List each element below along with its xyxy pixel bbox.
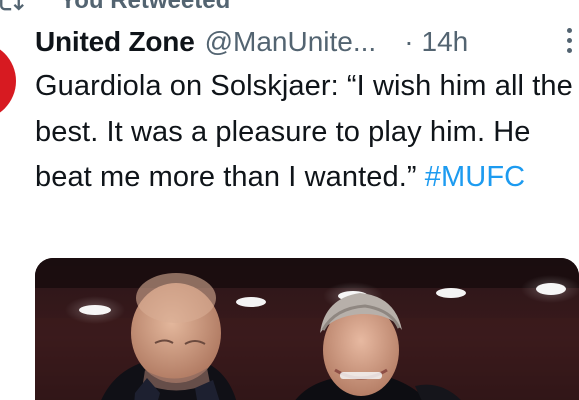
retweet-context[interactable]: You Retweeted [0, 0, 230, 16]
author-display-name[interactable]: United Zone [35, 22, 195, 62]
avatar[interactable] [0, 42, 16, 120]
header-separator: · [404, 26, 414, 57]
tweet-timestamp[interactable]: 14h [422, 22, 469, 62]
hashtag-link[interactable]: #MUFC [425, 161, 525, 193]
tweet-header: United Zone @ManUnite... · 14h [35, 22, 579, 62]
tweet-screen: You Retweeted United Zone @ManUnite... ·… [0, 0, 579, 400]
retweet-context-label: You Retweeted [60, 0, 231, 14]
more-vertical-icon[interactable] [565, 28, 575, 58]
author-handle[interactable]: @ManUnite... [205, 22, 377, 62]
retweet-icon [0, 0, 24, 11]
tweet-media-photo[interactable] [35, 258, 579, 400]
tweet-text: Guardiola on Solskjaer: “I wish him all … [35, 64, 575, 201]
photo-illustration [35, 258, 579, 400]
